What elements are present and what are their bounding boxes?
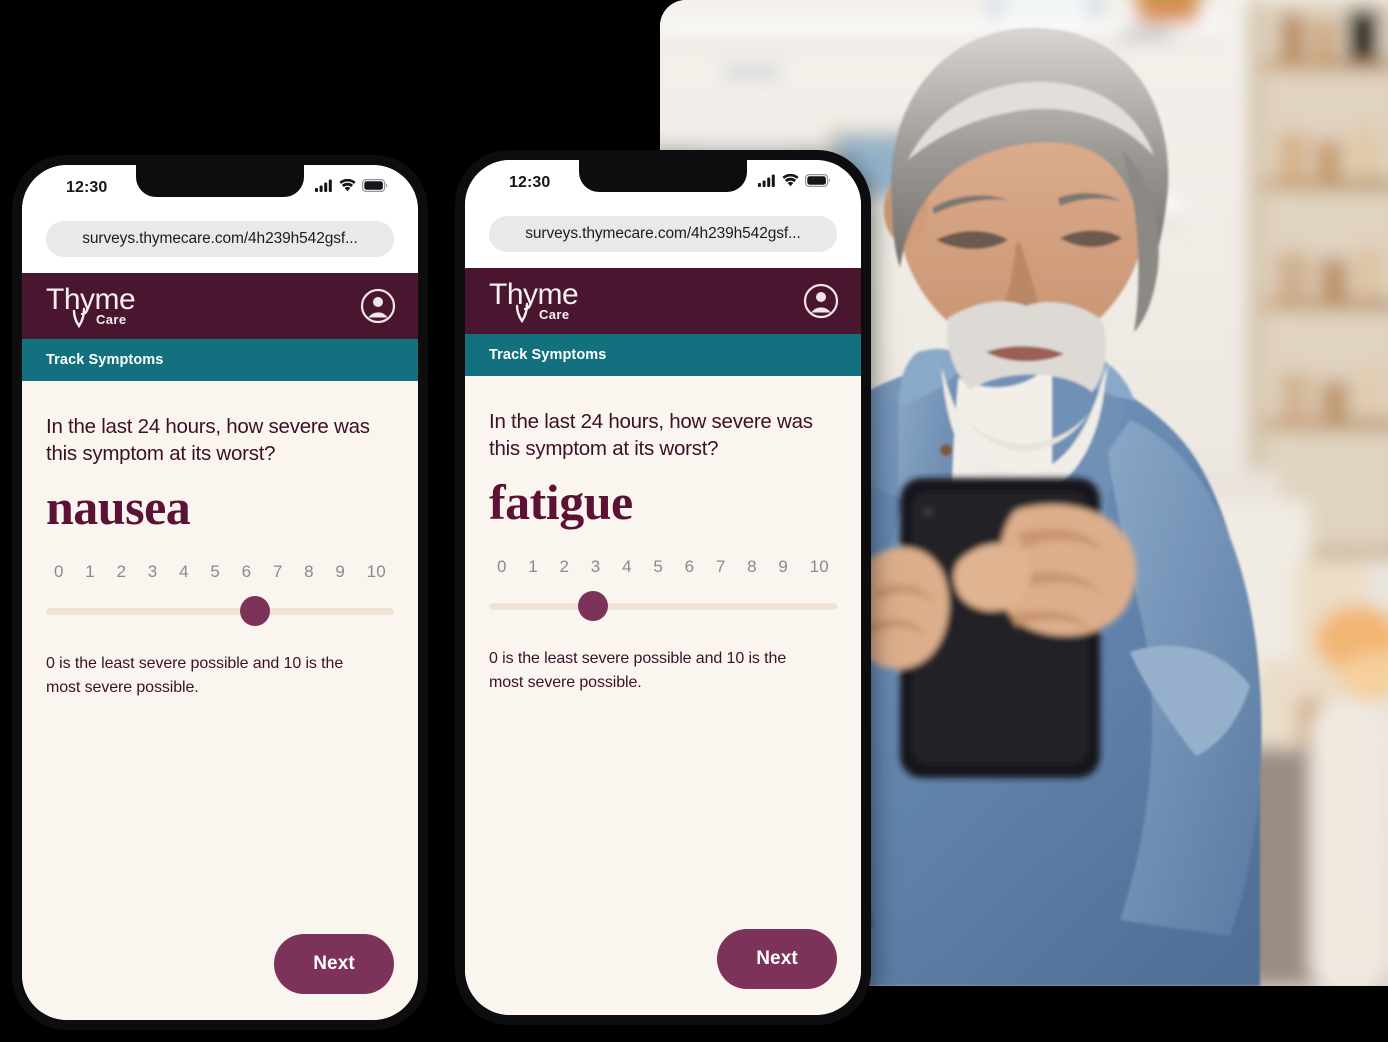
scale-label: 10 — [366, 561, 386, 581]
battery-icon — [805, 174, 831, 187]
section-bar: Track Symptoms — [22, 339, 418, 381]
thyme-care-logo: Thyme Care — [489, 277, 619, 325]
wifi-icon — [339, 179, 356, 192]
cellular-signal-icon — [758, 174, 775, 187]
scale-labels: 0 1 2 3 4 5 6 7 8 9 10 — [489, 557, 837, 577]
url-text: surveys.thymecare.com/4h239h542gsf... — [525, 225, 801, 242]
scale-label: 10 — [809, 556, 829, 576]
status-icon-group — [315, 179, 388, 192]
scale-label: 3 — [147, 561, 158, 581]
section-bar: Track Symptoms — [465, 334, 861, 376]
account-circle-icon[interactable] — [803, 283, 839, 319]
screenshot-canvas: 12:30 surveys.thymecare.com/4h239h542gsf… — [0, 0, 1388, 1042]
next-button[interactable]: Next — [274, 934, 394, 994]
scale-label: 4 — [622, 556, 632, 576]
survey-content: In the last 24 hours, how severe was thi… — [22, 381, 418, 1020]
scale-label: 2 — [116, 561, 127, 581]
url-bar[interactable]: surveys.thymecare.com/4h239h542gsf... — [489, 216, 837, 252]
severity-slider[interactable] — [489, 590, 837, 621]
logo-mark: Thyme Care — [46, 283, 136, 329]
wifi-icon — [782, 174, 799, 187]
symptom-name: fatigue — [489, 473, 633, 530]
browser-chrome: surveys.thymecare.com/4h239h542gsf... — [22, 215, 418, 273]
phone-1-screen: 12:30 surveys.thymecare.com/4h239h542gsf… — [22, 165, 418, 1020]
account-circle-icon[interactable] — [360, 288, 396, 324]
brand-header: Thyme Care — [22, 273, 418, 339]
next-button[interactable]: Next — [717, 929, 837, 989]
scale-label: 9 — [335, 561, 346, 581]
logo-mark: Thyme Care — [489, 278, 579, 324]
scale-label: 3 — [590, 556, 601, 576]
phone-2-screen: 12:30 surveys.thymecare.com/4h239h542gsf… — [465, 160, 861, 1015]
scale-label: 1 — [528, 556, 538, 576]
scale-labels: 0 1 2 3 4 5 6 7 8 9 10 — [46, 562, 394, 582]
scale-label: 9 — [778, 556, 789, 576]
section-title: Track Symptoms — [489, 347, 607, 363]
section-title: Track Symptoms — [46, 352, 164, 368]
url-bar[interactable]: surveys.thymecare.com/4h239h542gsf... — [46, 221, 394, 257]
status-icon-group — [758, 174, 831, 187]
scale-label: 8 — [304, 561, 314, 581]
scale-label: 0 — [54, 561, 64, 581]
slider-thumb[interactable] — [578, 590, 609, 621]
survey-question: In the last 24 hours, how severe was thi… — [46, 415, 370, 466]
phone-notch — [136, 165, 304, 197]
scale-label: 2 — [559, 556, 570, 576]
cellular-signal-icon — [315, 179, 332, 192]
scale-label: 6 — [241, 561, 252, 581]
status-time: 12:30 — [66, 179, 108, 196]
status-time: 12:30 — [509, 174, 551, 191]
scale-label: 6 — [684, 556, 695, 576]
battery-icon — [362, 179, 388, 192]
status-bar: 12:30 — [22, 165, 418, 215]
slider-track[interactable] — [489, 602, 837, 610]
thyme-care-logo: Thyme Care — [46, 282, 176, 330]
phone-mockup-nausea: 12:30 surveys.thymecare.com/4h239h542gsf… — [12, 155, 428, 1030]
scale-label: 0 — [497, 556, 507, 576]
scale-label: 5 — [210, 561, 220, 581]
footer-actions: Next — [46, 934, 394, 1020]
symptom-name: nausea — [46, 478, 191, 535]
status-bar: 12:30 — [465, 160, 861, 210]
slider-helper-text: 0 is the least severe possible and 10 is… — [46, 654, 344, 696]
scale-label: 8 — [747, 556, 757, 576]
scale-label: 7 — [715, 556, 726, 576]
scale-label: 7 — [272, 561, 283, 581]
footer-actions: Next — [489, 929, 837, 1015]
scale-label: 4 — [179, 561, 189, 581]
scale-label: 5 — [653, 556, 663, 576]
slider-thumb[interactable] — [239, 595, 270, 626]
svg-text:Care: Care — [539, 307, 570, 322]
phone-mockup-fatigue: 12:30 surveys.thymecare.com/4h239h542gsf… — [455, 150, 871, 1025]
slider-track[interactable] — [46, 607, 394, 615]
survey-content: In the last 24 hours, how severe was thi… — [465, 376, 861, 1015]
severity-slider[interactable] — [46, 595, 394, 626]
browser-chrome: surveys.thymecare.com/4h239h542gsf... — [465, 210, 861, 268]
brand-header: Thyme Care — [465, 268, 861, 334]
url-text: surveys.thymecare.com/4h239h542gsf... — [82, 230, 358, 247]
scale-label: 1 — [85, 561, 95, 581]
survey-question: In the last 24 hours, how severe was thi… — [489, 410, 813, 461]
slider-helper-text: 0 is the least severe possible and 10 is… — [489, 649, 787, 691]
phone-notch — [579, 160, 747, 192]
svg-text:Care: Care — [96, 312, 127, 327]
